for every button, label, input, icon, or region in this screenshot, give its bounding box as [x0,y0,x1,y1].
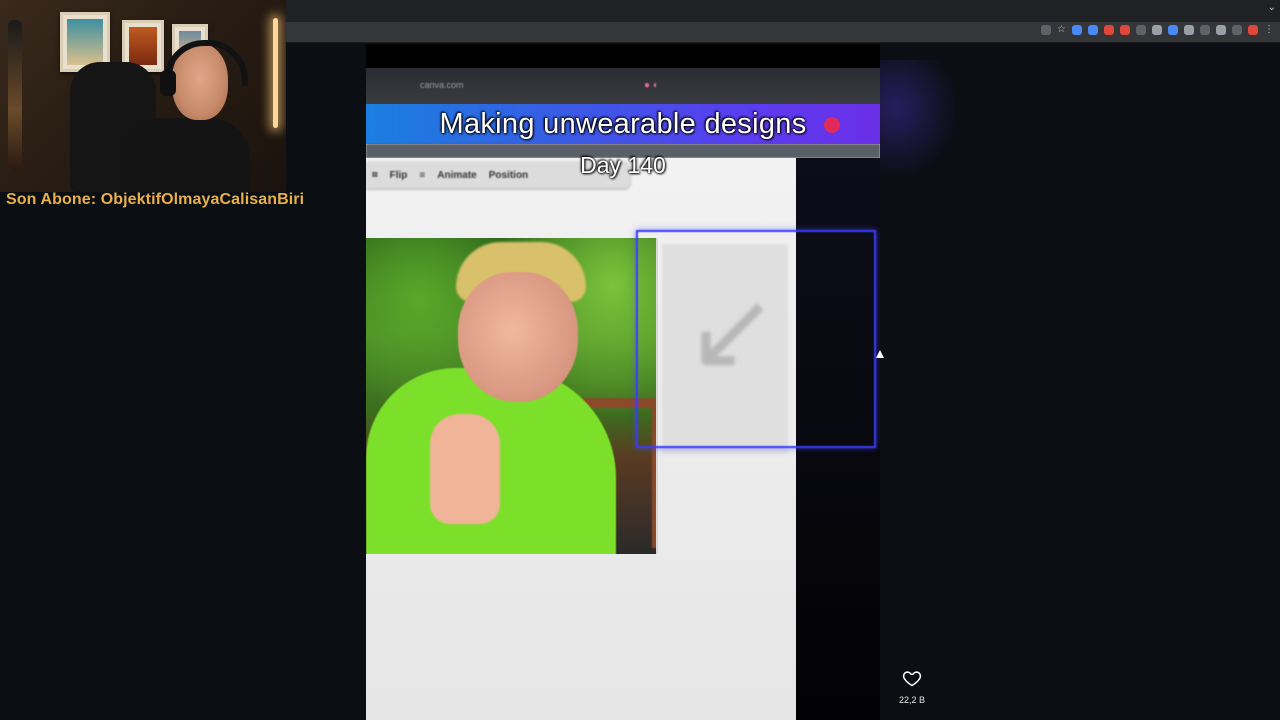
webcam-overlay [0,0,286,192]
extension-icon[interactable] [1104,25,1114,35]
chevron-down-icon[interactable]: ⌄ [1268,2,1276,13]
screen: ⌄ ☆ ⋮ Son Abone: ObjektifOlmayaCalisanBi… [0,0,1280,720]
video-day-overlay: Day 140 [580,152,666,178]
extension-icon[interactable] [1120,25,1130,35]
puzzle-icon[interactable] [1216,25,1226,35]
video-title-overlay: Making unwearable designs [439,108,807,140]
extension-icon[interactable] [1088,25,1098,35]
cast-icon[interactable] [1041,25,1052,35]
extension-toolbar: ☆ ⋮ [1041,25,1274,35]
sidebar-icon[interactable] [1232,25,1242,35]
browser-tab-bar: ⌄ [286,0,1280,22]
video-url-bar: canva.com ● ◐ [366,68,880,104]
like-count: 22,2 B [898,695,926,705]
guitar [8,20,22,170]
video-player[interactable]: canva.com ● ◐ ⌗ Flip ≡ Animate Position … [366,44,880,720]
extension-icon[interactable] [1168,25,1178,35]
extension-icon[interactable] [1184,25,1194,35]
star-icon[interactable]: ☆ [1057,25,1066,35]
video-top-bar [366,44,880,68]
video-url-icons: ● ◐ [644,80,659,91]
profile-avatar-icon[interactable] [1248,25,1258,35]
latest-subscriber-caption: Son Abone: ObjektifOlmayaCalisanBiri [6,191,305,208]
like-button[interactable]: 22,2 B [896,668,928,705]
extension-icon[interactable] [1152,25,1162,35]
purple-glow [880,60,960,180]
neon-light [273,18,278,128]
streamer-body [120,118,250,192]
thumbs-up-photo [366,238,658,554]
extension-icon[interactable] [1136,25,1146,35]
mouse-cursor [876,350,884,358]
video-url-text: canva.com [420,80,464,90]
selection-box [636,230,876,448]
extension-icon[interactable] [1072,25,1082,35]
heart-icon[interactable] [902,668,922,688]
extension-icon[interactable] [1200,25,1210,35]
headset-earcup [160,70,176,96]
browser-toolbar: ☆ ⋮ [286,22,1280,43]
kebab-menu-icon[interactable]: ⋮ [1264,25,1274,35]
